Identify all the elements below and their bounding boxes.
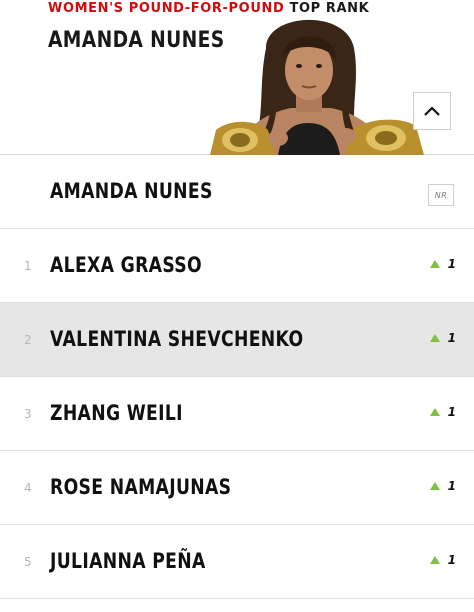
rank-movement: 1 <box>429 405 456 419</box>
movement-value: 1 <box>447 405 456 419</box>
up-arrow-icon <box>429 408 440 416</box>
rank-movement: 1 <box>429 479 456 493</box>
chevron-up-icon <box>424 106 440 116</box>
ranking-row[interactable]: 1 ALEXA GRASSO 1 <box>0 229 474 303</box>
fighter-name: ZHANG WEILI <box>50 401 183 425</box>
champion-row-name: AMANDA NUNES <box>50 179 213 203</box>
rank-movement: 1 <box>429 553 456 567</box>
rank-number: 2 <box>24 333 32 347</box>
movement-value: 1 <box>447 331 456 345</box>
rank-number: 3 <box>24 407 32 421</box>
movement-value: 1 <box>447 257 456 271</box>
rank-movement: 1 <box>429 331 456 345</box>
rank-number: 1 <box>24 259 32 273</box>
fighter-name: ALEXA GRASSO <box>50 253 202 277</box>
ranking-row[interactable]: 4 ROSE NAMAJUNAS 1 <box>0 451 474 525</box>
fighter-name: VALENTINA SHEVCHENKO <box>50 327 304 351</box>
up-arrow-icon <box>429 556 440 564</box>
movement-value: 1 <box>447 479 456 493</box>
rank-movement: 1 <box>429 257 456 271</box>
collapse-button[interactable] <box>413 92 451 130</box>
nr-badge: NR <box>428 184 454 206</box>
rank-number: 5 <box>24 555 32 569</box>
champion-photo <box>196 8 428 155</box>
rank-number: 4 <box>24 481 32 495</box>
up-arrow-icon <box>429 334 440 342</box>
ranking-row[interactable]: 2 VALENTINA SHEVCHENKO 1 <box>0 303 474 377</box>
ranking-row[interactable]: 5 JULIANNA PEÑA 1 <box>0 525 474 599</box>
up-arrow-icon <box>429 260 440 268</box>
up-arrow-icon <box>429 482 440 490</box>
fighter-name: JULIANNA PEÑA <box>50 549 206 573</box>
champion-header: WOMEN'S POUND-FOR-POUND TOP RANK AMANDA … <box>0 0 474 155</box>
movement-value: 1 <box>447 553 456 567</box>
fighter-name: ROSE NAMAJUNAS <box>50 475 232 499</box>
champion-row[interactable]: AMANDA NUNES NR <box>0 155 474 229</box>
ranking-row[interactable]: 3 ZHANG WEILI 1 <box>0 377 474 451</box>
